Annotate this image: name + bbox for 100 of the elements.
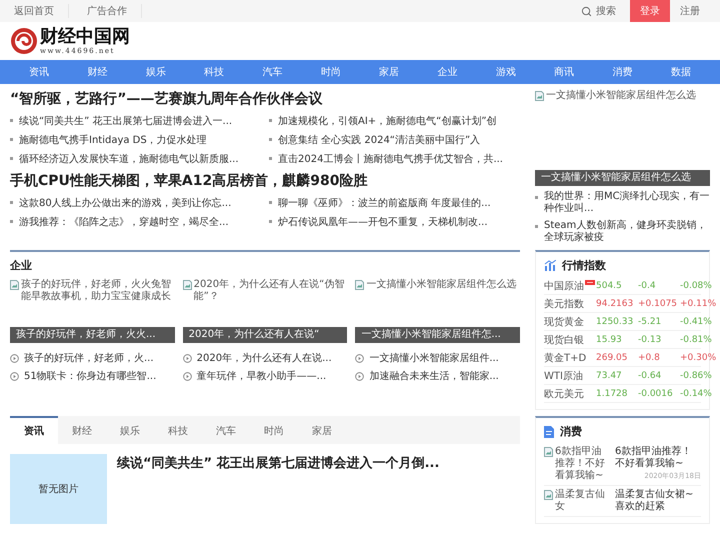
index-name: 美元指数 bbox=[544, 298, 584, 310]
news-link[interactable]: 续说“同美共生” 花王出展第七届进博会进入一... bbox=[10, 111, 261, 130]
article-title[interactable]: 温柔复古仙女裙~喜欢的赶紧 bbox=[615, 489, 701, 513]
nav-item[interactable]: 数据 bbox=[670, 65, 691, 79]
nav-item[interactable]: 资讯 bbox=[29, 65, 50, 79]
nav-item[interactable]: 家居 bbox=[379, 65, 400, 79]
image-caption: 一文搞懂小米智能家居组件怎么选 bbox=[535, 170, 710, 186]
news-link[interactable]: 我的世界：用MC演绎扎心现实，有一种作业叫... bbox=[535, 191, 710, 215]
image-alt-text: 6款指甲油推荐！不好看算我输~ bbox=[555, 446, 606, 482]
news-link[interactable]: 循环经济迈入发展快车道，施耐德电气以新质服... bbox=[10, 149, 261, 168]
video-link[interactable]: 加速融合未来生活，智能家... bbox=[355, 367, 520, 385]
search-label: 搜索 bbox=[596, 4, 616, 18]
index-value: 504.5 bbox=[596, 280, 623, 290]
bullet-icon bbox=[535, 225, 538, 228]
broken-image-icon bbox=[355, 280, 364, 290]
bullet-icon bbox=[535, 196, 538, 199]
category-tab[interactable]: 时尚 bbox=[250, 416, 298, 444]
index-name: 中国原油 bbox=[544, 280, 584, 292]
index-name: 欧元美元 bbox=[544, 388, 584, 400]
nav-item[interactable]: 财经 bbox=[87, 65, 108, 79]
image-alt-text: 孩子的好玩伴，好老师，火火兔智能早教故事机，助力宝宝健康成长 bbox=[21, 279, 172, 303]
nav-item[interactable]: 商讯 bbox=[554, 65, 574, 79]
nav-item[interactable]: 游戏 bbox=[496, 65, 516, 79]
nav-item[interactable]: 时尚 bbox=[320, 65, 341, 79]
panel-title: 行情指数 bbox=[562, 258, 606, 273]
nav-item[interactable]: 消费 bbox=[612, 65, 632, 79]
site-logo-name: 财经中国网 bbox=[40, 27, 130, 47]
news-link[interactable]: 加速规模化，引领AI+，施耐德电气“创赢计划”创 bbox=[269, 111, 520, 130]
index-name: WTI原油 bbox=[544, 370, 583, 382]
bullet-icon bbox=[10, 157, 13, 160]
news-link[interactable]: 聊一聊《巫师》：波兰的前盗版商 年度最佳的... bbox=[269, 193, 520, 212]
news-title[interactable]: 续说“同美共生” 花王出展第七届进博会进入一个月倒... bbox=[117, 454, 440, 524]
category-tab[interactable]: 娱乐 bbox=[106, 416, 154, 444]
broken-image-icon bbox=[544, 447, 553, 457]
index-percent: +0.30% bbox=[680, 352, 716, 362]
video-link[interactable]: 孩子的好玩伴，好老师，火... bbox=[10, 349, 175, 367]
play-circle-icon bbox=[182, 354, 192, 362]
video-link[interactable]: 一文搞懂小米智能家居组件... bbox=[355, 349, 520, 367]
category-tab[interactable]: 汽车 bbox=[202, 416, 250, 444]
bullet-icon bbox=[269, 119, 272, 122]
section-title: 企业 bbox=[10, 258, 33, 273]
category-tab[interactable]: 家居 bbox=[298, 416, 346, 444]
index-percent: -0.08% bbox=[680, 280, 712, 290]
headline[interactable]: 手机CPU性能天梯图，苹果A12高居榜首，麒麟980险胜 bbox=[10, 171, 520, 191]
news-link[interactable]: 炉石传说凤凰年——开包不重复，天梯机制改... bbox=[269, 212, 520, 231]
video-link[interactable]: 2020年，为什么还有人在说... bbox=[182, 349, 348, 367]
index-percent: -0.14% bbox=[680, 388, 712, 398]
document-icon bbox=[544, 426, 554, 438]
play-circle-icon bbox=[10, 372, 19, 380]
index-percent: -0.41% bbox=[680, 316, 712, 326]
bullet-icon bbox=[10, 220, 13, 223]
image-alt-text: 一文搞懂小米智能家居组件怎么选 bbox=[366, 279, 516, 291]
article-title[interactable]: 6款指甲油推荐！不好看算我输~ bbox=[615, 446, 701, 470]
hot-badge-icon bbox=[585, 280, 595, 285]
nav-item[interactable]: 企业 bbox=[437, 65, 458, 79]
image-caption: 孩子的好玩伴，好老师，火火... bbox=[10, 327, 175, 343]
news-link[interactable]: 直击2024工博会丨施耐德电气携手优艾智合，共... bbox=[269, 149, 520, 168]
index-name: 现货白银 bbox=[544, 334, 584, 346]
video-link[interactable]: 51物联卡：你身边有哪些智... bbox=[10, 367, 175, 385]
image-caption: 2020年，为什么还有人在说“ bbox=[182, 327, 348, 343]
index-value: 94.2163 bbox=[596, 298, 634, 308]
play-circle-icon bbox=[355, 354, 364, 362]
news-link[interactable]: 施耐德电气携手Intidaya DS，力促水处理 bbox=[10, 130, 261, 149]
index-name: 黄金T+D bbox=[544, 352, 586, 364]
headline[interactable]: “智所驱，艺路行”——艺赛旗九周年合作伙伴会议 bbox=[10, 89, 520, 109]
image-alt-text: 2020年，为什么还有人在说“伪智能”？ bbox=[194, 279, 346, 303]
news-link[interactable]: 游我推荐：《陷阵之志》，穿越时空，竭尽全... bbox=[10, 212, 261, 231]
nav-item[interactable]: 汽车 bbox=[262, 65, 282, 79]
index-percent: +0.11% bbox=[680, 298, 716, 308]
top-link[interactable]: 返回首页 bbox=[10, 4, 69, 18]
category-tab[interactable]: 科技 bbox=[154, 416, 202, 444]
panel-title: 消费 bbox=[560, 424, 582, 439]
register-link[interactable]: 注册 bbox=[670, 4, 710, 18]
bullet-icon bbox=[269, 157, 272, 160]
index-value: 15.93 bbox=[596, 334, 623, 344]
news-link[interactable]: 创意集结 全心实践 2024“清洁美丽中国行”入 bbox=[269, 130, 520, 149]
nav-item[interactable]: 科技 bbox=[204, 65, 224, 79]
spiral-logo-icon bbox=[10, 27, 38, 55]
broken-image-icon bbox=[10, 280, 19, 290]
no-image-tile: 暂无图片 bbox=[10, 454, 107, 524]
news-link[interactable]: 这款80人线上办公做出来的游戏，美到让你忘... bbox=[10, 193, 261, 212]
video-link[interactable]: 童年玩伴，早教小助手——... bbox=[182, 367, 348, 385]
index-change: +0.1075 bbox=[638, 298, 678, 308]
search-link[interactable]: 搜索 bbox=[581, 4, 616, 18]
index-value: 1.1728 bbox=[596, 388, 628, 398]
index-name: 现货黄金 bbox=[544, 316, 584, 328]
image-alt-text: 一文搞懂小米智能家居组件怎么选 bbox=[546, 90, 696, 102]
bullet-icon bbox=[269, 201, 272, 204]
play-circle-icon bbox=[355, 372, 364, 380]
nav-item[interactable]: 娱乐 bbox=[146, 65, 166, 79]
category-tab[interactable]: 财经 bbox=[58, 416, 106, 444]
bullet-icon bbox=[269, 220, 272, 223]
play-circle-icon bbox=[182, 372, 192, 380]
bullet-icon bbox=[10, 201, 13, 204]
index-change: -0.13 bbox=[638, 334, 662, 344]
top-link[interactable]: 广告合作 bbox=[83, 4, 142, 18]
bullet-icon bbox=[10, 138, 13, 141]
bullet-icon bbox=[269, 138, 272, 141]
category-tab[interactable]: 资讯 bbox=[10, 416, 58, 444]
news-link[interactable]: Steam人数创新高，健身环卖脱销，全球玩家被疫 bbox=[535, 220, 710, 244]
